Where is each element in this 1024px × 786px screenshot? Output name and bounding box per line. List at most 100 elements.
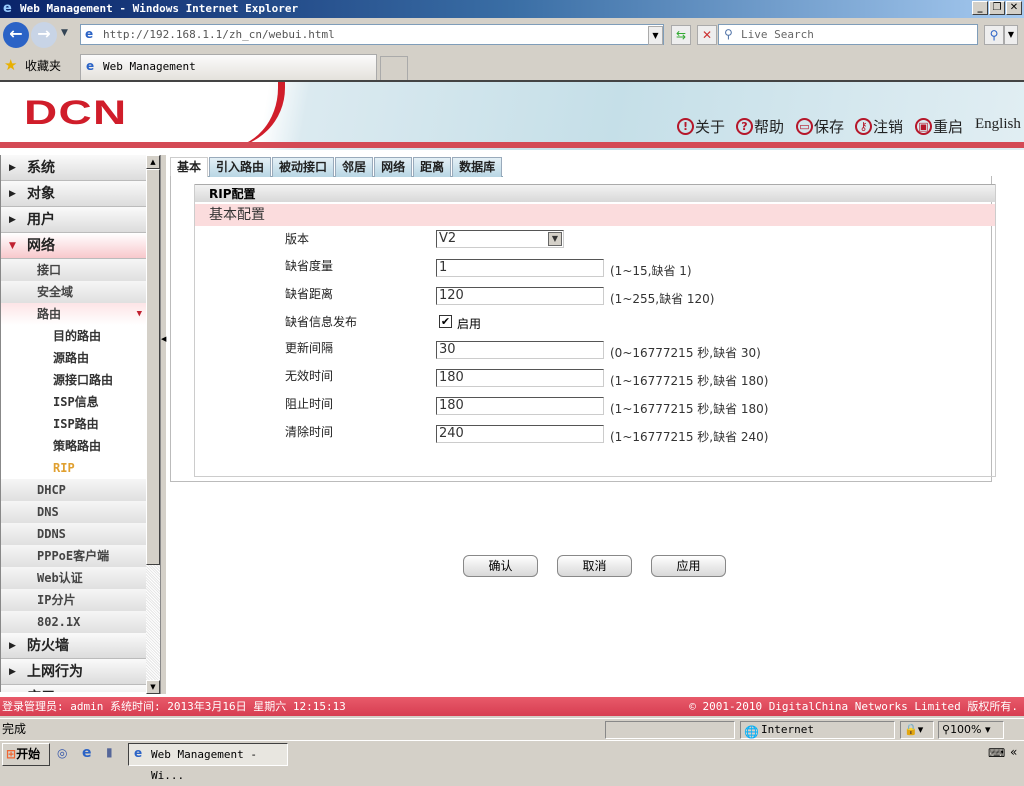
caret-right-icon: ▶ [9,685,16,692]
header-link-save[interactable]: ▭ 保存 [796,116,844,137]
header-link-info[interactable]: ! 关于 [677,116,725,137]
status-bar: 完成 Internet 🌐 🔒▾ ⚲100% ▾ [0,718,1024,740]
version-value: V2 [439,231,457,246]
expand-tray-button[interactable]: « [1010,745,1017,759]
tab-5[interactable]: 距离 [413,157,452,177]
favorites-button[interactable]: 收藏夹 [25,57,61,74]
sidebar-item[interactable]: 接口 [1,259,146,281]
tab-6[interactable]: 数据库 [452,157,503,177]
new-tab-button[interactable] [380,56,408,80]
sidebar-item[interactable]: ▶ 应用 [1,685,146,692]
tab-1[interactable]: 引入路由 [209,157,272,177]
sidebar-item[interactable]: ▶ 系统 [1,155,146,181]
field-label: 阻止时间 [285,397,334,411]
chevron-down-icon[interactable]: ▼ [548,232,562,246]
close-button[interactable]: ✕ [1006,1,1022,15]
sidebar-item[interactable]: 源接口路由 [1,369,146,391]
version-select[interactable]: V2 ▼ [436,230,564,248]
search-input[interactable]: Live Search [718,24,978,45]
sidebar-item[interactable]: 目的路由 [1,325,146,347]
sidebar-item[interactable]: Web认证 [1,567,146,589]
collapse-arrow-icon[interactable]: ◀ [161,335,166,343]
forward-button[interactable]: → [31,22,57,48]
sidebar-item[interactable]: 源路由 [1,347,146,369]
field-input[interactable]: 180 [436,397,604,415]
header-link-label: 重启 [933,118,964,136]
field-hint: (1~16777215 秒,缺省 180) [610,374,769,388]
header-link-restart[interactable]: ▣ 重启 [915,116,963,137]
start-button[interactable]: ⊞开始 [2,743,50,766]
back-button[interactable]: ← [3,22,29,48]
field-input[interactable]: 180 [436,369,604,387]
sidebar-item[interactable]: DDNS [1,523,146,545]
sidebar-item[interactable]: ▶ 上网行为 [1,659,146,685]
sidebar-item[interactable]: RIP [1,457,146,479]
browser-tab[interactable]: Web Management [80,54,377,80]
tab-3[interactable]: 邻居 [335,157,374,177]
search-go-button[interactable]: ⚲ [984,25,1004,45]
scroll-down-button[interactable]: ▼ [146,680,160,694]
field-label: 无效时间 [285,369,334,383]
sidebar-item[interactable]: DHCP [1,479,146,501]
ie-quicklaunch-icon[interactable]: e [82,745,92,761]
quicklaunch-icon[interactable]: ▮ [106,745,113,759]
stop-button[interactable]: ✕ [697,25,717,45]
default-info-label: 缺省信息发布 [285,315,358,329]
scroll-thumb[interactable] [146,169,160,565]
window-title-bar: Web Management - Windows Internet Explor… [0,0,1024,18]
restore-button[interactable]: ❐ [989,1,1005,15]
header-link-help[interactable]: ? 帮助 [736,116,784,137]
address-dropdown-button[interactable]: ▼ [648,26,663,45]
default-info-checkbox[interactable]: ✔ [439,315,452,328]
header-link-key[interactable]: ⚷ 注销 [855,116,903,137]
show-desktop-icon[interactable]: ◎ [57,746,67,760]
field-value: 240 [439,426,464,441]
field-label: 清除时间 [285,425,334,439]
sidebar-item[interactable]: DNS [1,501,146,523]
help-icon: ? [736,118,753,135]
tab-0[interactable]: 基本 [170,157,209,177]
restart-icon: ▣ [915,118,932,135]
search-options-button[interactable]: ▼ [1004,25,1018,45]
history-dropdown-icon[interactable]: ▼ [61,28,68,38]
sidebar-item[interactable]: ▼ 网络 [1,233,146,259]
field-input[interactable]: 30 [436,341,604,359]
sidebar-item[interactable]: ISP信息 [1,391,146,413]
english-link[interactable]: English [975,116,1021,133]
sidebar-item-label: 安全域 [37,285,74,299]
zoom-button[interactable]: ⚲100% ▾ [938,721,1004,739]
tab-2[interactable]: 被动接口 [272,157,335,177]
field-value: 30 [439,342,456,357]
status-text: 完成 [2,722,27,736]
apply-button[interactable]: 应用 [651,555,726,577]
sidebar-item[interactable]: 802.1X [1,611,146,633]
header-link-label: 关于 [695,118,726,136]
sidebar-item-label: 应用 [27,690,55,692]
minimize-button[interactable]: _ [972,1,988,15]
sidebar-item[interactable]: 路由 ▼ [1,303,146,325]
sidebar-item[interactable]: ISP路由 [1,413,146,435]
sidebar-item[interactable]: IP分片 [1,589,146,611]
protected-mode-button[interactable]: 🔒▾ [900,721,934,739]
cancel-button[interactable]: 取消 [557,555,632,577]
refresh-button[interactable]: ⇆ [671,25,691,45]
scroll-up-button[interactable]: ▲ [146,155,160,169]
field-input[interactable]: 240 [436,425,604,443]
sidebar-item[interactable]: 安全域 [1,281,146,303]
taskbar-window-button[interactable]: Web Management - Wi... [128,743,288,782]
sidebar-item[interactable]: ▶ 用户 [1,207,146,233]
field-input[interactable]: 120 [436,287,604,305]
confirm-button[interactable]: 确认 [463,555,538,577]
sidebar-item[interactable]: PPPoE客户端 [1,545,146,567]
sidebar-splitter[interactable]: ◀ [160,155,166,694]
field-input[interactable]: 1 [436,259,604,277]
address-bar[interactable]: http://192.168.1.1/zh_cn/webui.html [80,24,664,45]
sidebar-item[interactable]: 策略路由 [1,435,146,457]
tab-4[interactable]: 网络 [374,157,413,177]
sidebar-scrollbar[interactable]: ▲ ▼ [146,155,160,694]
sidebar-item[interactable]: ▶ 对象 [1,181,146,207]
sidebar-item[interactable]: ▶ 防火墙 [1,633,146,659]
caret-down-icon: ▼ [9,241,16,251]
keyboard-icon[interactable]: ⌨ [988,746,1005,760]
zoom-level: 100% [950,723,982,736]
